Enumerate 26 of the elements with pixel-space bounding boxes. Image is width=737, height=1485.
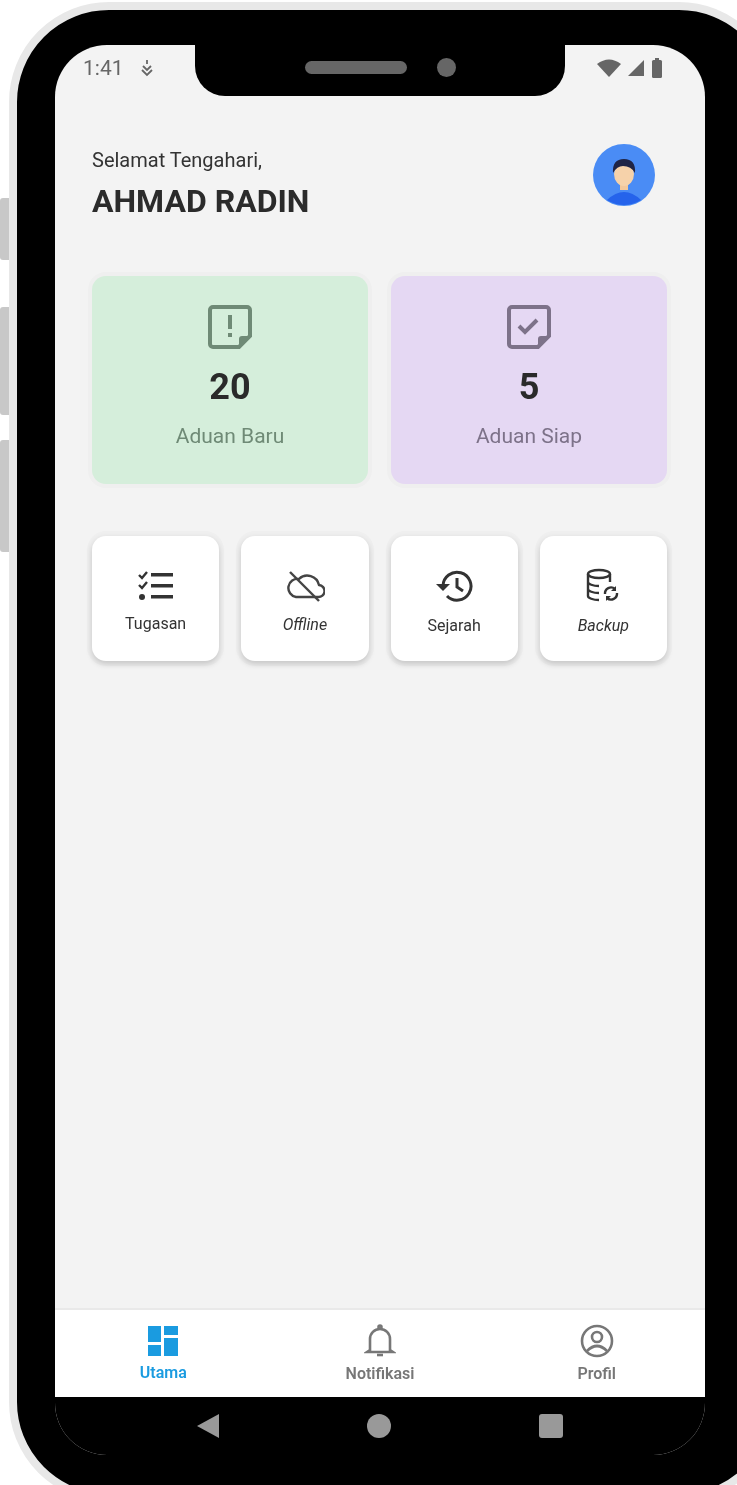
checklist-icon <box>136 570 175 602</box>
recents-icon[interactable] <box>538 1413 564 1439</box>
stat-label: Aduan Baru <box>175 424 285 448</box>
greeting-text: Selamat Tengahari, <box>92 148 263 172</box>
user-circle-icon <box>579 1324 614 1358</box>
dashboard-icon <box>147 1325 180 1357</box>
stat-value: 5 <box>518 366 540 408</box>
nav-tab[interactable]: Notifikasi <box>271 1310 489 1397</box>
cloud-off-icon <box>284 569 325 603</box>
history-icon <box>434 568 475 604</box>
user-name: AHMAD RADIN <box>92 182 310 220</box>
bell-icon <box>364 1324 396 1358</box>
nav-tab[interactable]: Profil <box>488 1310 705 1397</box>
battery-icon <box>651 57 663 78</box>
wifi-icon <box>597 58 621 77</box>
back-icon[interactable] <box>196 1413 220 1439</box>
alert-note-icon <box>207 304 253 350</box>
location-icon <box>139 58 154 77</box>
home-icon[interactable] <box>366 1413 392 1439</box>
status-time: 1:41 <box>83 55 124 80</box>
camera-dot <box>436 58 456 77</box>
stat-value: 20 <box>209 366 251 408</box>
avatar-icon[interactable] <box>593 144 655 206</box>
stat-label: Aduan Siap <box>475 424 583 448</box>
check-note-icon <box>506 304 552 350</box>
signal-icon <box>627 58 645 77</box>
